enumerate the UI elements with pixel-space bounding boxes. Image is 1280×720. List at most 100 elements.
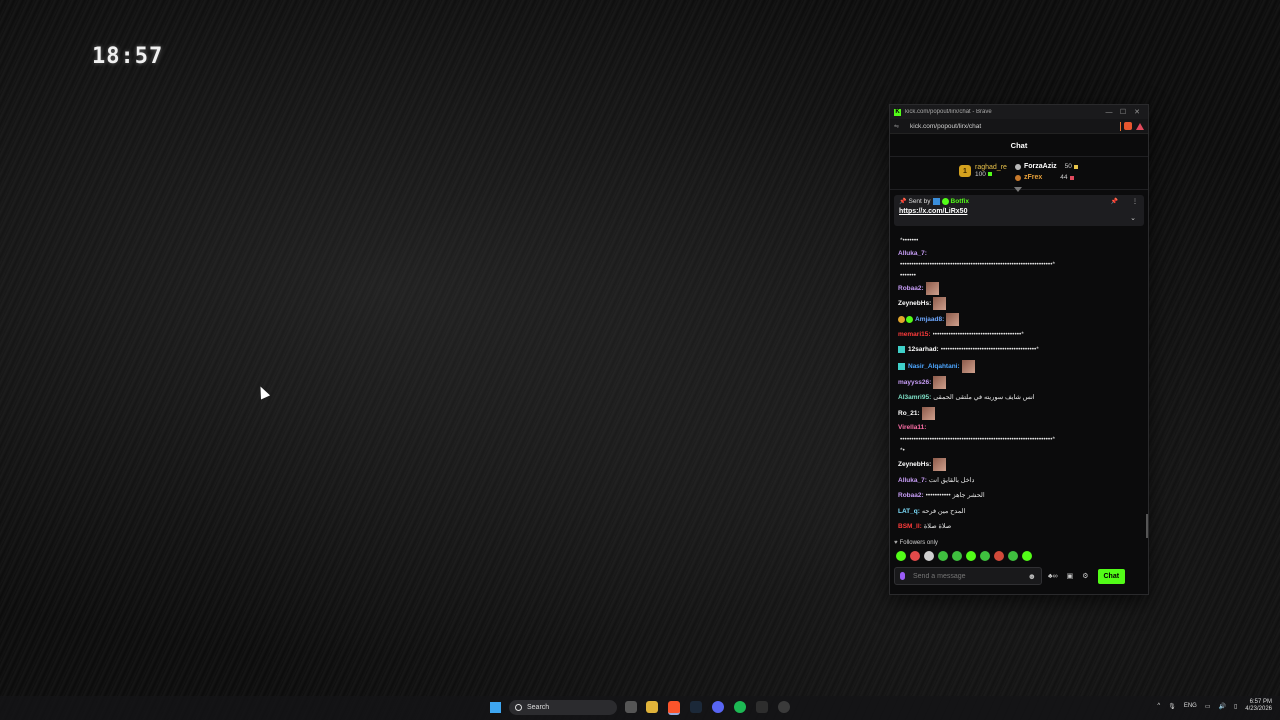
message-username[interactable]: Robaa2: <box>898 285 924 292</box>
chat-actions: ♣∞ ▣ ⚙ <box>1048 572 1098 581</box>
emote-image <box>933 297 947 310</box>
steam-icon[interactable] <box>690 701 702 713</box>
message-text: •••••••••••••••••••••••••••••••••••••••* <box>932 331 1024 338</box>
message-username[interactable]: Al3amri95: <box>898 394 931 401</box>
search-label: Search <box>527 704 550 711</box>
emote-button[interactable] <box>938 551 948 561</box>
window-titlebar[interactable]: K kick.com/popout/lirx/chat - Brave — ☐ … <box>890 105 1148 119</box>
message-text: *••••••• <box>900 237 919 244</box>
emote-button[interactable] <box>924 551 934 561</box>
language-indicator[interactable]: ENG <box>1184 703 1197 709</box>
chat-message: Amjaad8: <box>898 313 1138 326</box>
chat-scrollbar[interactable] <box>1146 514 1148 538</box>
message-text: انس شايف سوريته في ملتقى الحمقى <box>933 394 1035 401</box>
address-bar[interactable]: ⇋ kick.com/popout/lirx/chat <box>890 119 1148 134</box>
emote-button[interactable] <box>1008 551 1018 561</box>
message-username[interactable]: Amjaad8: <box>915 316 944 323</box>
chat-message: LAT_q: المدح مين فرحه <box>898 507 1138 516</box>
microphone-icon[interactable] <box>900 572 905 580</box>
chat-message: ••••••• <box>898 272 1138 279</box>
network-icon[interactable]: ▭ <box>1205 703 1211 710</box>
taskbar-date: 4/23/2026 <box>1245 706 1272 712</box>
first-place-medal-icon: 1 <box>959 165 971 177</box>
message-text: المدح مين فرحه <box>921 508 966 515</box>
message-username[interactable]: LAT_q: <box>898 508 920 515</box>
emote-button[interactable] <box>980 551 990 561</box>
emote-button[interactable] <box>994 551 1004 561</box>
settings-gear-icon[interactable]: ⚙ <box>1082 572 1088 580</box>
file-explorer-icon[interactable] <box>646 701 658 713</box>
emote-button[interactable] <box>952 551 962 561</box>
emote-button[interactable] <box>966 551 976 561</box>
message-text: *• <box>900 447 905 454</box>
message-username[interactable]: Alluka_7: <box>898 477 927 484</box>
gift-icon <box>1069 175 1074 180</box>
kick-gem-icon <box>987 172 992 176</box>
gift-box-icon[interactable]: ▣ <box>1067 572 1074 580</box>
tray-overflow-icon[interactable]: ^ <box>1157 703 1160 709</box>
emote-button[interactable] <box>896 551 906 561</box>
sent-by-label: Sent by <box>908 198 931 205</box>
bot-badge-icon <box>932 198 940 205</box>
task-view-icon[interactable] <box>625 701 637 713</box>
brave-rewards-icon[interactable] <box>1136 122 1144 130</box>
taskbar-clock[interactable]: 6:57 PM 4/23/2026 <box>1245 699 1272 713</box>
pinned-link[interactable]: https://x.com/LiRx50 <box>899 208 1139 215</box>
message-username[interactable]: memari15: <box>898 331 931 338</box>
pin-icon: 📌 <box>899 199 907 205</box>
pinned-message[interactable]: 📌 Sent by Botfix https://x.com/LiRx50 📌 … <box>894 195 1144 226</box>
url-text[interactable]: kick.com/popout/lirx/chat <box>910 123 1120 130</box>
message-username[interactable]: Virella11: <box>898 424 926 431</box>
microphone-tray-icon[interactable]: 🎙 <box>1168 703 1176 710</box>
window-title: kick.com/popout/lirx/chat - Brave <box>905 109 992 115</box>
send-chat-button[interactable]: Chat <box>1097 568 1126 584</box>
brave-shield-icon[interactable] <box>1124 122 1132 130</box>
volume-icon[interactable]: 🔊 <box>1219 703 1226 710</box>
app-icon[interactable] <box>778 701 790 713</box>
unpin-icon[interactable]: 📌 <box>1111 199 1118 205</box>
message-text: ••••••••••••••••••••••••••••••••••••••••… <box>900 261 1055 268</box>
message-username[interactable]: mayyss26: <box>898 379 931 386</box>
more-options-icon[interactable]: ⋮ <box>1132 199 1138 205</box>
message-username[interactable]: Robaa2: <box>898 492 924 499</box>
site-settings-icon[interactable]: ⇋ <box>894 123 902 130</box>
leaderboard-top-score: 100 <box>975 171 986 178</box>
message-input[interactable] <box>911 571 1028 581</box>
message-username[interactable]: ZeynebHs: <box>898 461 931 468</box>
message-username[interactable]: Alluka_7: <box>898 250 927 257</box>
kicks-icon[interactable]: ♣∞ <box>1048 573 1058 580</box>
minimize-button[interactable]: — <box>1102 109 1116 116</box>
message-username[interactable]: BSM_ll: <box>898 523 922 530</box>
pinned-author[interactable]: Botfix <box>951 198 969 205</box>
message-username[interactable]: Nasir_Alqahtani: <box>908 363 960 370</box>
message-username[interactable]: ZeynebHs: <box>898 300 931 307</box>
battery-icon[interactable]: ▯ <box>1234 703 1237 710</box>
chat-messages-list[interactable]: *••••••• Alluka_7: •••••••••••••••••••••… <box>890 237 1138 532</box>
chat-message: *••••••• <box>898 237 1138 244</box>
taskbar-search[interactable]: Search <box>509 700 617 715</box>
collapse-leaderboard-icon[interactable] <box>1014 187 1022 192</box>
windows-start-icon[interactable] <box>490 702 501 713</box>
message-username[interactable]: 12sarhad: <box>908 346 939 353</box>
spotify-icon[interactable] <box>734 701 746 713</box>
emote-button[interactable] <box>1022 551 1032 561</box>
emoji-picker-icon[interactable]: ☻ <box>1028 572 1036 581</box>
chat-message: ZeynebHs: <box>898 297 1138 310</box>
chat-message: ••••••••••••••••••••••••••••••••••••••••… <box>898 261 1138 268</box>
kick-logo-icon: K <box>894 108 901 116</box>
taskbar: Search ^ 🎙 ENG ▭ 🔊 ▯ 6:57 PM 4/23/2026 <box>0 696 1280 720</box>
xbox-icon[interactable] <box>756 701 768 713</box>
chat-input-box[interactable]: ☻ <box>894 567 1042 585</box>
emote-button[interactable] <box>910 551 920 561</box>
subscriber-badge-icon <box>898 363 905 370</box>
chat-header: Chat <box>890 134 1148 157</box>
discord-icon[interactable] <box>712 701 724 713</box>
expand-chevron-icon[interactable]: ⌄ <box>1130 214 1136 222</box>
close-button[interactable]: ✕ <box>1130 108 1144 116</box>
brave-browser-icon[interactable] <box>668 701 680 715</box>
maximize-button[interactable]: ☐ <box>1116 108 1130 116</box>
emote-image <box>925 282 939 295</box>
message-username[interactable]: Ro_21: <box>898 410 920 417</box>
heart-icon: ♥ <box>894 540 898 546</box>
browser-window[interactable]: K kick.com/popout/lirx/chat - Brave — ☐ … <box>889 104 1149 595</box>
